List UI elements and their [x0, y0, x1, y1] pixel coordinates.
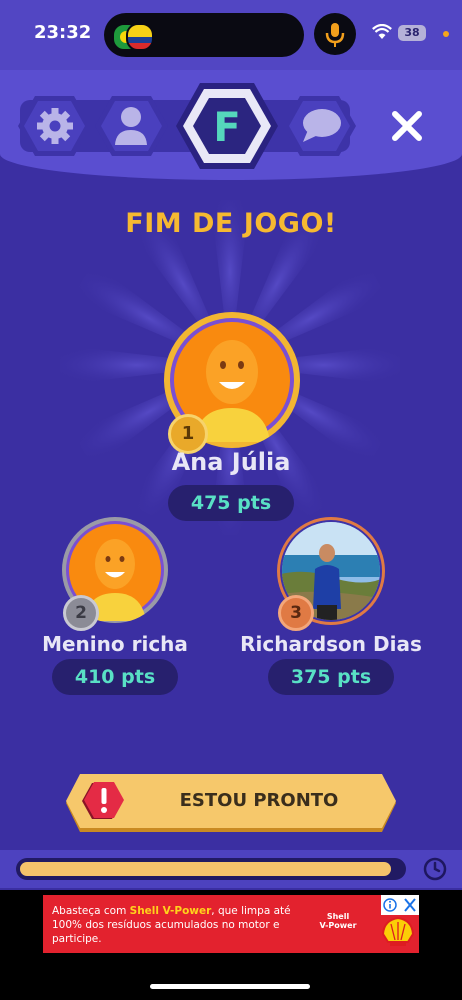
microphone-icon: [325, 23, 345, 47]
letter-f-icon: F: [213, 105, 240, 151]
battery-indicator: 38: [398, 25, 426, 41]
player-3-points: 375 pts: [268, 659, 394, 695]
player-1-name: Ana Júlia: [171, 448, 291, 476]
clock-icon: [423, 857, 447, 881]
status-time: 23:32: [34, 22, 92, 43]
close-icon[interactable]: [389, 108, 425, 144]
microphone-indicator: [314, 13, 356, 55]
ecuador-flag-icon: [126, 23, 154, 51]
privacy-dot: [443, 31, 449, 37]
ad-text: Abasteça com Shell V-Power, que limpa at…: [52, 905, 291, 945]
player-3-name: Richardson Dias: [240, 632, 422, 656]
ad-brand-text: Shell V-Power: [319, 912, 357, 930]
shell-logo-icon: [381, 916, 415, 946]
player-2-points: 410 pts: [52, 659, 178, 695]
ad-controls[interactable]: [381, 895, 419, 915]
timer-progress-fill: [20, 862, 391, 876]
home-indicator: [150, 984, 310, 989]
player-2-name: Menino richa: [42, 632, 188, 656]
wifi-icon: [372, 24, 392, 39]
rank-badge-3: 3: [278, 595, 314, 631]
player-1-points: 475 pts: [168, 485, 294, 521]
page-title: FIM DE JOGO!: [125, 208, 337, 239]
gear-icon: [37, 108, 73, 144]
dynamic-island: [104, 13, 304, 57]
tab-letter-active[interactable]: F: [176, 83, 278, 169]
ready-button-label: ESTOU PRONTO: [179, 790, 339, 811]
rank-badge-2: 2: [63, 595, 99, 631]
